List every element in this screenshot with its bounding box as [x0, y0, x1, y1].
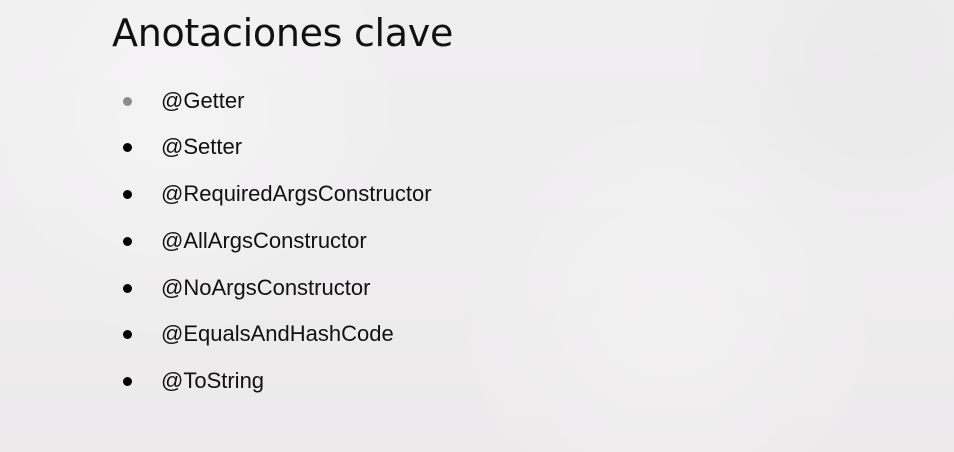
list-item-no-args-constructor: @NoArgsConstructor	[123, 273, 370, 303]
list-item-label: @AllArgsConstructor	[161, 228, 367, 253]
slide: Anotaciones clave @Getter @Setter @Requi…	[0, 0, 954, 452]
list-item-setter: @Setter	[123, 132, 242, 162]
slide-title: Anotaciones clave	[112, 11, 454, 55]
list-item-label: @Setter	[161, 134, 243, 159]
bullet-icon	[123, 96, 132, 106]
list-item-label: @Getter	[161, 88, 245, 113]
bullet-icon	[123, 283, 132, 293]
bullet-icon	[123, 142, 132, 152]
list-item-getter: @Getter	[123, 86, 244, 116]
bullet-icon	[123, 329, 132, 339]
list-item-required-args-constructor: @RequiredArgsConstructor	[123, 179, 432, 209]
list-item-label: @RequiredArgsConstructor	[161, 181, 432, 206]
list-item-label: @NoArgsConstructor	[161, 275, 371, 300]
bullet-icon	[123, 236, 132, 246]
list-item-label: @ToString	[161, 368, 265, 393]
list-item-equals-and-hash-code: @EqualsAndHashCode	[123, 319, 394, 349]
bullet-icon	[123, 376, 132, 386]
bullet-icon	[123, 189, 132, 199]
list-item-all-args-constructor: @AllArgsConstructor	[123, 226, 367, 256]
list-item-label: @EqualsAndHashCode	[161, 321, 394, 346]
list-item-to-string: @ToString	[123, 366, 264, 396]
